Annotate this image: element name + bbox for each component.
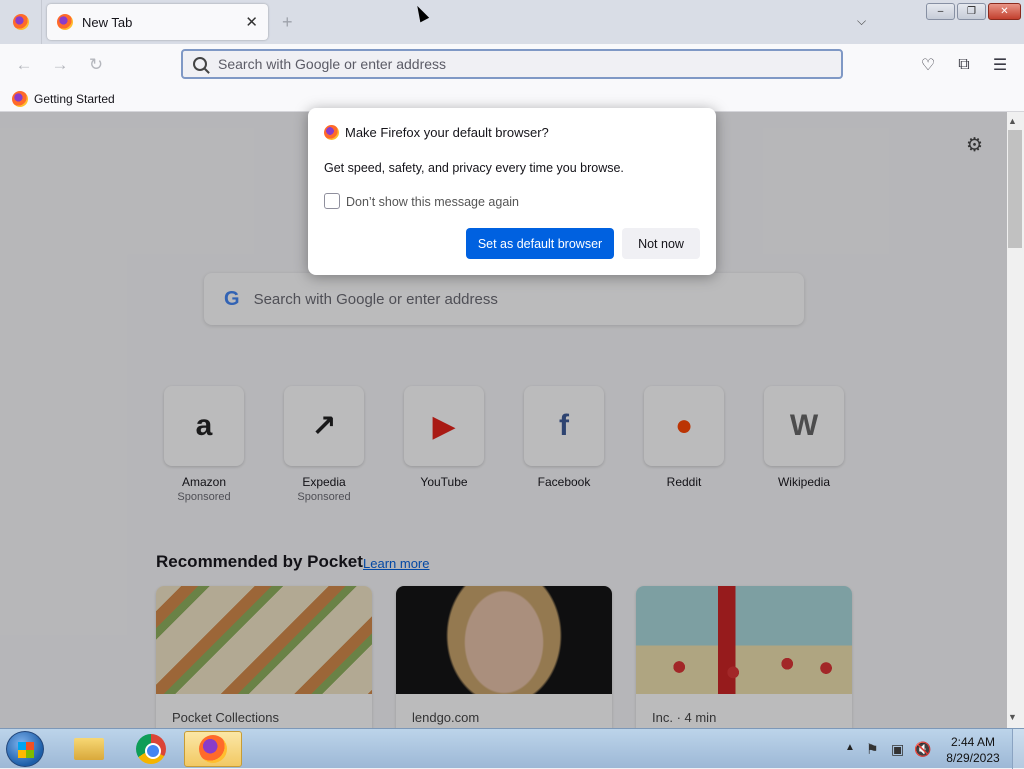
tab-bar: New Tab ✕ + ⌵ – ❐ ✕ bbox=[0, 0, 1024, 44]
system-clock[interactable]: 2:44 AM 8/29/2023 bbox=[940, 734, 1006, 766]
dont-show-again-checkbox[interactable] bbox=[324, 193, 340, 209]
show-hidden-icons-button[interactable]: ▲ bbox=[845, 742, 855, 753]
show-desktop-button[interactable] bbox=[1012, 729, 1024, 769]
hamburger-menu-icon[interactable]: ☰ bbox=[989, 55, 1011, 75]
firefox-icon bbox=[199, 735, 227, 763]
action-center-flag-icon[interactable]: ⚑ bbox=[866, 741, 879, 758]
firefox-icon bbox=[12, 14, 29, 30]
firefox-view-button[interactable] bbox=[0, 0, 42, 44]
pocket-icon[interactable]: ♡ bbox=[917, 55, 939, 75]
new-tab-button[interactable]: + bbox=[282, 12, 293, 33]
dialog-title-row: Make Firefox your default browser? bbox=[324, 125, 549, 140]
taskbar-explorer[interactable] bbox=[60, 731, 118, 767]
tab-new-tab[interactable]: New Tab ✕ bbox=[47, 4, 268, 40]
scrollbar-thumb[interactable] bbox=[1008, 130, 1022, 248]
chrome-icon bbox=[136, 734, 166, 764]
set-default-browser-button[interactable]: Set as default browser bbox=[466, 228, 614, 259]
scroll-up-icon[interactable]: ▲ bbox=[1008, 116, 1017, 126]
close-window-button[interactable]: ✕ bbox=[988, 3, 1021, 20]
dialog-title: Make Firefox your default browser? bbox=[345, 125, 549, 140]
scroll-down-icon[interactable]: ▼ bbox=[1008, 712, 1017, 722]
dont-show-again-label[interactable]: Don’t show this message again bbox=[346, 195, 519, 209]
taskbar-firefox[interactable] bbox=[184, 731, 242, 767]
network-icon[interactable]: ▣ bbox=[891, 741, 904, 758]
default-browser-dialog: Make Firefox your default browser? Get s… bbox=[308, 108, 716, 275]
search-icon bbox=[193, 57, 207, 71]
not-now-button[interactable]: Not now bbox=[622, 228, 700, 259]
windows-logo-icon bbox=[18, 742, 34, 758]
clock-date: 8/29/2023 bbox=[946, 751, 1000, 765]
reload-button[interactable]: ↻ bbox=[82, 53, 110, 77]
firefox-icon bbox=[57, 14, 73, 30]
url-placeholder: Search with Google or enter address bbox=[218, 56, 447, 72]
start-button[interactable] bbox=[6, 731, 44, 767]
close-tab-icon[interactable]: ✕ bbox=[245, 13, 258, 31]
taskbar: ▲ ⚑ ▣ 🔇 2:44 AM 8/29/2023 bbox=[0, 728, 1024, 769]
minimize-button[interactable]: – bbox=[926, 3, 955, 20]
folder-icon bbox=[74, 738, 104, 760]
bookmark-getting-started[interactable]: Getting Started bbox=[34, 92, 115, 106]
puzzle-icon[interactable]: ⧉ bbox=[953, 55, 975, 75]
restore-button[interactable]: ❐ bbox=[957, 3, 986, 20]
tab-title: New Tab bbox=[82, 14, 133, 30]
url-bar[interactable]: Search with Google or enter address bbox=[181, 49, 843, 79]
clock-time: 2:44 AM bbox=[950, 735, 996, 749]
list-all-tabs-button[interactable]: ⌵ bbox=[857, 14, 866, 29]
back-button[interactable]: ← bbox=[10, 53, 38, 77]
forward-button[interactable]: → bbox=[46, 53, 74, 77]
firefox-icon bbox=[324, 125, 339, 140]
dialog-message: Get speed, safety, and privacy every tim… bbox=[324, 161, 624, 175]
volume-muted-icon[interactable]: 🔇 bbox=[914, 741, 931, 758]
taskbar-chrome[interactable] bbox=[122, 731, 180, 767]
firefox-icon bbox=[12, 90, 28, 107]
